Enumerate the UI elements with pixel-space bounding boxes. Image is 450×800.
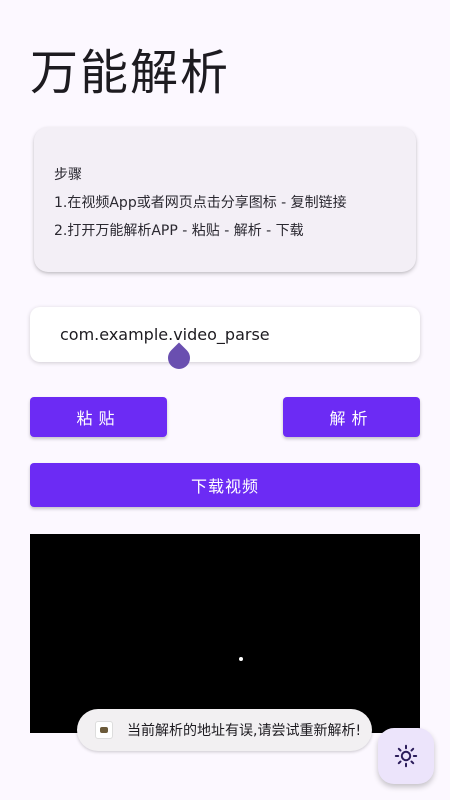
toast-message: 当前解析的地址有误,请尝试重新解析! [77, 709, 372, 751]
step-1-text: 1.在视频App或者网页点击分享图标 - 复制链接 [54, 195, 347, 211]
step-2-text: 2.打开万能解析APP - 粘贴 - 解析 - 下载 [54, 223, 304, 239]
download-video-button[interactable]: 下载视频 [30, 463, 420, 507]
video-loading-dot [239, 657, 243, 661]
theme-toggle-button[interactable] [378, 728, 434, 784]
url-input[interactable]: com.example.video_parse [30, 307, 420, 362]
parse-button[interactable]: 解析 [283, 397, 420, 437]
page-title: 万能解析 [30, 45, 231, 101]
steps-card: 步骤 1.在视频App或者网页点击分享图标 - 复制链接 2.打开万能解析APP… [34, 127, 416, 272]
steps-heading: 步骤 [54, 167, 82, 183]
paste-button[interactable]: 粘贴 [30, 397, 167, 437]
app-icon [95, 721, 113, 739]
sun-icon [394, 744, 418, 768]
toast-text: 当前解析的地址有误,请尝试重新解析! [127, 723, 362, 739]
video-player[interactable] [30, 534, 420, 733]
